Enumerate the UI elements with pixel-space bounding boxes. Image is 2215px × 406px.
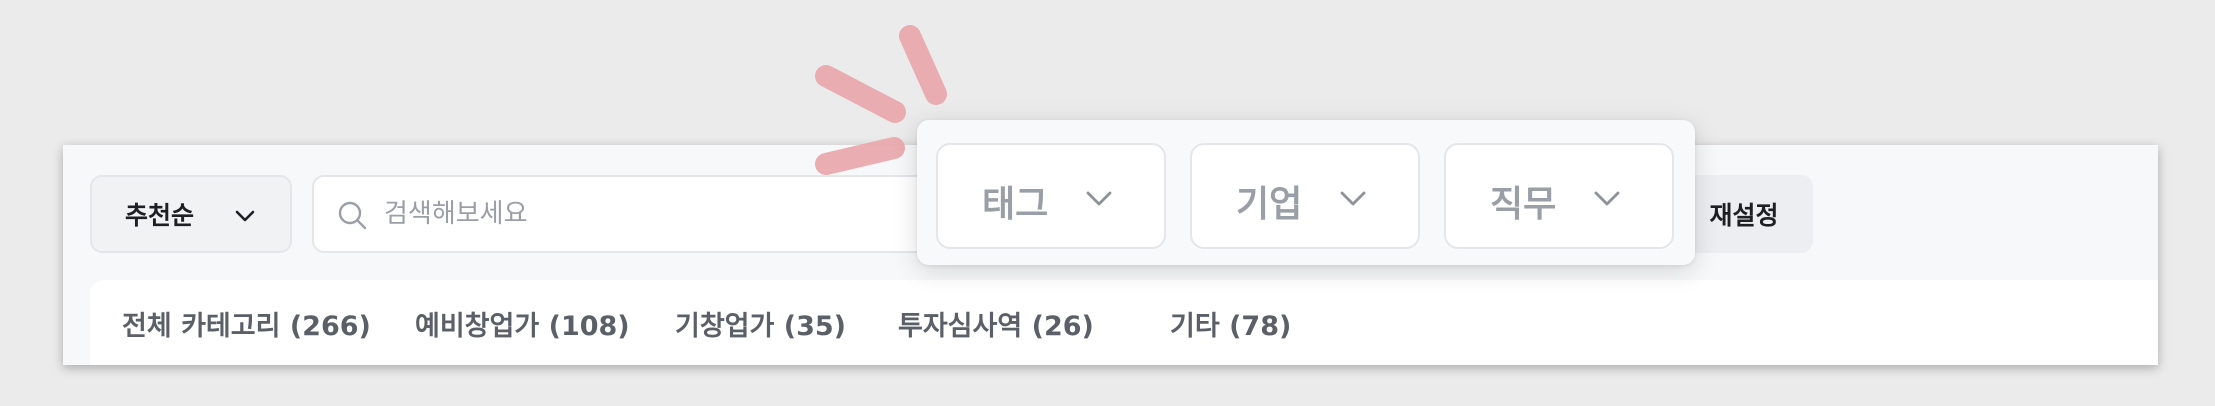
tag-filter-button[interactable]: 태그 — [936, 143, 1166, 249]
filter-dropdown-popup: 태그 기업 직무 — [917, 120, 1695, 265]
chevron-down-icon — [235, 210, 255, 222]
filter-label-job: 직무 — [1490, 184, 1557, 225]
filter-label-tag: 태그 — [982, 184, 1049, 225]
filter-label-company: 기업 — [1236, 184, 1303, 225]
category-tab-founder[interactable]: 기창업가 (35) — [675, 304, 846, 343]
category-tab-other[interactable]: 기타 (78) — [1170, 304, 1291, 343]
category-tabs: 전체 카테고리 (266) 예비창업가 (108) 기창업가 (35) 투자심사… — [90, 280, 2158, 365]
chevron-down-icon — [1086, 191, 1112, 206]
search-icon — [338, 201, 367, 230]
category-tab-all[interactable]: 전체 카테고리 (266) — [122, 304, 371, 343]
chevron-down-icon — [1340, 191, 1366, 206]
category-tab-prospective-founder[interactable]: 예비창업가 (108) — [415, 304, 630, 343]
sort-dropdown-button[interactable]: 추천순 — [90, 175, 292, 253]
sort-label: 추천순 — [125, 201, 195, 230]
job-filter-button[interactable]: 직무 — [1444, 143, 1674, 249]
company-filter-button[interactable]: 기업 — [1190, 143, 1420, 249]
reset-button[interactable]: 재설정 — [1675, 175, 1813, 253]
category-tab-investor[interactable]: 투자심사역 (26) — [898, 304, 1094, 343]
chevron-down-icon — [1594, 191, 1620, 206]
